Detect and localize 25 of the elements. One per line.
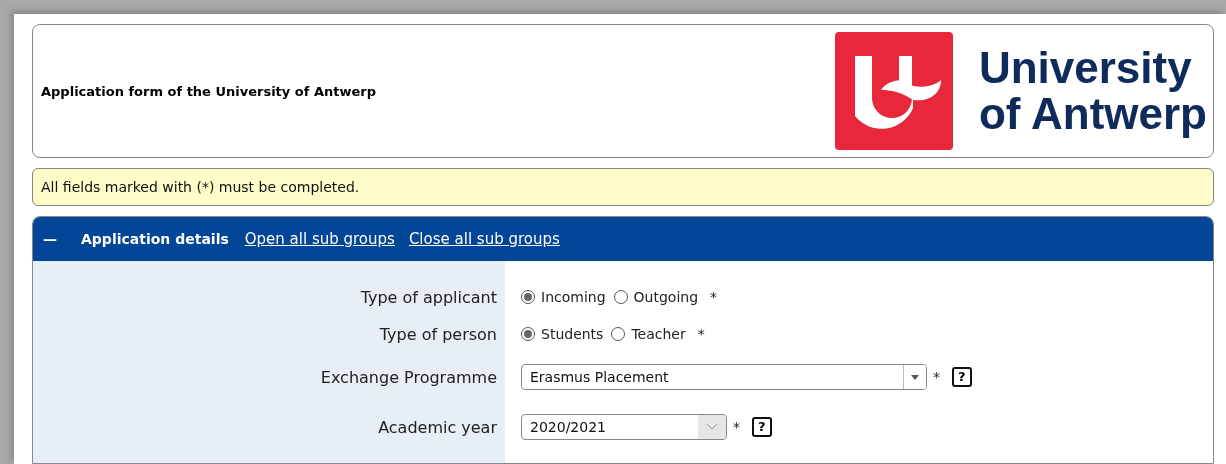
field-label: Exchange Programme xyxy=(319,367,498,387)
help-button[interactable]: ? xyxy=(752,417,772,437)
option-label: Incoming xyxy=(541,289,606,305)
university-logo-icon xyxy=(834,32,953,150)
help-button[interactable]: ? xyxy=(952,367,972,387)
required-mark: * xyxy=(697,326,705,342)
logo-text: University of Antwerp xyxy=(978,45,1207,137)
option-label: Teacher xyxy=(631,326,686,342)
required-mark: * xyxy=(733,419,740,435)
field-label: Type of person xyxy=(378,324,498,344)
field-label: Type of applicant xyxy=(359,287,498,307)
dropdown-arrow-icon xyxy=(909,373,921,381)
required-mark: * xyxy=(933,369,940,385)
required-mark: * xyxy=(710,289,718,305)
panel-link[interactable]: Close all sub groups xyxy=(408,230,560,248)
option-label: Students xyxy=(541,326,604,342)
select-field[interactable]: 2020/2021 xyxy=(521,414,727,440)
panel-title: Application details xyxy=(81,231,229,247)
option-label: Outgoing xyxy=(633,289,699,305)
panel-link[interactable]: Open all sub groups xyxy=(244,230,395,248)
collapse-toggle[interactable]: — xyxy=(43,231,67,247)
field-label: Academic year xyxy=(377,417,498,437)
page-title: Application form of the University of Antwerp xyxy=(41,83,376,99)
select-field[interactable]: Erasmus Placement xyxy=(521,364,927,390)
required-notice: All fields marked with (*) must be completed. xyxy=(32,168,1214,206)
